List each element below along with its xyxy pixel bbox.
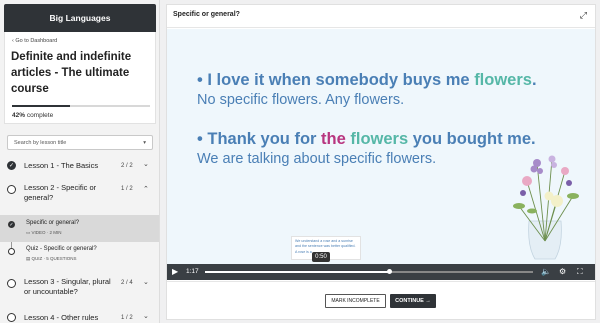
scrubber-progress (205, 271, 389, 273)
continue-button[interactable]: CONTINUE → (390, 294, 436, 308)
slide-highlight-article: the (321, 130, 346, 148)
lesson-count: 2 / 4 (121, 280, 133, 286)
sublesson-title: Specific or general? (26, 220, 80, 226)
lesson-title: Lesson 2 - Specific or general? (24, 183, 97, 202)
slide-text: • Thank you for (197, 130, 322, 148)
lesson-title: Lesson 4 - Other rules (24, 313, 99, 322)
sublesson-status-icon (8, 248, 15, 255)
flower-vase-image (513, 155, 579, 260)
slide-text: you bought me. (408, 130, 536, 148)
fullscreen-icon[interactable]: ⛶ (577, 267, 583, 277)
chevron-down-icon[interactable]: ⌄ (143, 278, 149, 286)
lesson-footer: MARK INCOMPLETE CONTINUE → (167, 281, 595, 319)
lesson-count: 1 / 2 (121, 186, 133, 192)
chevron-down-icon[interactable]: ⌄ (143, 312, 149, 320)
mark-incomplete-button[interactable]: MARK INCOMPLETE (325, 294, 386, 308)
quiz-meta: ▤ QUIZ · 5 QUESTIONS (26, 256, 77, 261)
sublesson-meta: QUIZ · 5 QUESTIONS (31, 256, 77, 261)
course-progress-bar (12, 105, 150, 107)
progress-percent: 42% (12, 112, 26, 119)
brand-header: Big Languages (4, 4, 156, 32)
lesson-status-icon (7, 279, 16, 288)
play-icon[interactable]: ▶ (172, 267, 178, 276)
check-icon: ✓ (8, 221, 15, 228)
chevron-down-icon[interactable]: ⌄ (143, 160, 149, 168)
sidebar: Big Languages ‹ Go to Dashboard Definite… (0, 0, 160, 323)
slide-text: • I love it when somebody buys me (197, 71, 475, 89)
chevron-up-icon[interactable]: ⌃ (143, 185, 149, 193)
volume-icon[interactable]: 🔈 (541, 267, 551, 276)
progress-suffix: complete (25, 112, 54, 119)
course-card: ‹ Go to Dashboard Definite and indefinit… (4, 32, 156, 124)
slide-line-3: • Thank you for the flowers you bought m… (197, 130, 536, 149)
lesson-count: 1 / 2 (121, 315, 133, 321)
check-icon: ✓ (7, 161, 16, 170)
course-title: Definite and indefinite articles - The u… (11, 51, 132, 95)
video-meta: ▭ VIDEO · 2 MIN (26, 230, 62, 235)
slide-highlight: flowers (350, 130, 409, 148)
slide-line-4: We are talking about specific flowers. (197, 151, 437, 167)
content-header: Specific or general? ⤢ (167, 5, 595, 28)
sublesson-meta: VIDEO · 2 MIN (31, 230, 62, 235)
slide-line-1: • I love it when somebody buys me flower… (197, 71, 537, 90)
thumb-text: We understand a rose and a sunrise (295, 239, 353, 243)
sublesson-title: Quiz - Specific or general? (26, 246, 97, 252)
lesson-title: Lesson 3 - Singular, plural or uncountab… (24, 277, 111, 296)
video-player[interactable]: • I love it when somebody buys me flower… (167, 29, 595, 280)
slide-text: . (531, 71, 537, 89)
scrub-time-tooltip: 0:50 (312, 252, 330, 262)
current-time: 1:17 (186, 268, 199, 275)
lesson-status-icon (7, 313, 16, 322)
lesson-title: Lesson 1 - The Basics (24, 161, 99, 170)
dashboard-link[interactable]: ‹ Go to Dashboard (12, 38, 57, 44)
thumb-text: and the sentence was better qualified. (295, 243, 356, 248)
search-placeholder: Search by lesson title (14, 139, 67, 146)
scrubber-handle[interactable] (386, 269, 392, 274)
progress-text: 42% complete (12, 112, 53, 119)
sublesson-quiz[interactable]: Quiz - Specific or general? ▤ QUIZ · 5 Q… (0, 242, 159, 268)
slide-line-2: No specific flowers. Any flowers. (197, 92, 405, 108)
settings-icon[interactable]: ⚙ (559, 267, 566, 276)
page-title: Specific or general? (173, 11, 240, 18)
lesson-count: 2 / 2 (121, 163, 133, 169)
course-progress-fill (12, 105, 70, 107)
lesson-content: Specific or general? ⤢ • I love it when … (166, 4, 596, 320)
video-controls: ▶ 1:17 🔈 ⚙ ⛶ (167, 264, 595, 280)
slide-highlight: flowers (474, 71, 532, 89)
chevron-down-icon: ▾ (143, 139, 146, 146)
sublesson-video[interactable]: ✓ Specific or general? ▭ VIDEO · 2 MIN (0, 215, 159, 242)
video-scrubber[interactable] (205, 271, 533, 273)
expand-icon[interactable]: ⤢ (580, 10, 587, 21)
lesson-status-icon (7, 185, 16, 194)
lesson-search-select[interactable]: Search by lesson title ▾ (7, 135, 153, 150)
